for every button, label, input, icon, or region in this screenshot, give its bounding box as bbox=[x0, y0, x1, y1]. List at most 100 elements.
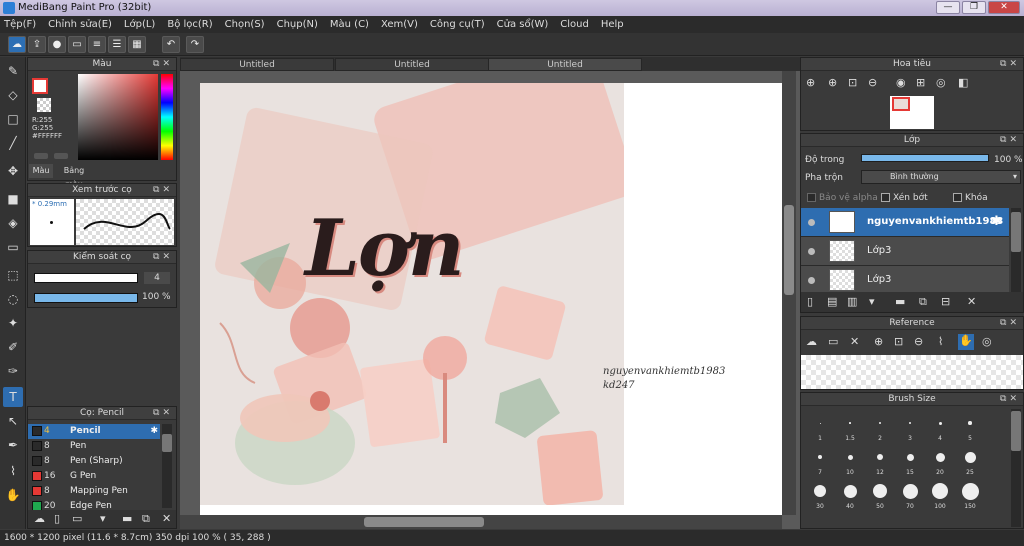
brush-menu-icon[interactable]: ▾ bbox=[100, 512, 106, 525]
undo-icon[interactable]: ↶ bbox=[162, 36, 180, 53]
zoom-out-icon[interactable]: ⊖ bbox=[868, 76, 877, 89]
menu-edit[interactable]: Chỉnh sửa(E) bbox=[48, 19, 112, 30]
brush-size-scrollbar[interactable] bbox=[1011, 409, 1021, 527]
minimize-button[interactable]: — bbox=[936, 1, 960, 14]
hand-icon[interactable]: ✋ bbox=[958, 334, 974, 350]
select-eraser-tool-icon[interactable]: ✑ bbox=[3, 361, 23, 381]
scroll-thumb[interactable] bbox=[1011, 411, 1021, 451]
delete-icon[interactable]: ✕ bbox=[162, 512, 171, 525]
scroll-thumb[interactable] bbox=[364, 517, 484, 527]
gear-icon[interactable]: ✱ bbox=[991, 214, 1002, 229]
comment-icon[interactable]: ● bbox=[48, 36, 66, 53]
panel-controls-icon[interactable]: ⧉✕ bbox=[1000, 59, 1020, 69]
menu-filter[interactable]: Bộ lọc(R) bbox=[167, 19, 212, 30]
eye-icon[interactable] bbox=[808, 219, 815, 226]
cloud-icon[interactable]: ☁ bbox=[8, 36, 26, 53]
navigator-thumbnail[interactable] bbox=[890, 96, 934, 129]
grid-icon[interactable]: ▦ bbox=[128, 36, 146, 53]
reset-view-icon[interactable]: ⊞ bbox=[916, 76, 925, 89]
export-icon[interactable]: ⇪ bbox=[28, 36, 46, 53]
brush-size-option[interactable]: 2 bbox=[867, 413, 893, 443]
clip-checkbox[interactable] bbox=[881, 193, 890, 202]
blur-tool-icon[interactable]: ✒ bbox=[3, 435, 23, 455]
panel-controls-icon[interactable]: ⧉✕ bbox=[1000, 318, 1020, 328]
brush-item-pen[interactable]: 8 Pen bbox=[28, 439, 160, 454]
protect-alpha-checkbox[interactable] bbox=[807, 193, 816, 202]
gear-icon[interactable]: ✱ bbox=[150, 424, 158, 439]
layer-item-text[interactable]: nguyenvankhiemtb1983 ✱ bbox=[801, 208, 1009, 237]
tab-untitled-2[interactable]: Untitled bbox=[335, 58, 489, 71]
menu-cloud[interactable]: Cloud bbox=[560, 19, 589, 30]
select-pen-tool-icon[interactable]: ✐ bbox=[3, 337, 23, 357]
background-color-swatch[interactable] bbox=[37, 98, 51, 112]
panel-controls-icon[interactable]: ⧉✕ bbox=[1000, 394, 1020, 404]
tab-untitled-3[interactable]: Untitled bbox=[488, 58, 642, 71]
tab-color[interactable]: Màu bbox=[29, 164, 53, 178]
brush-size-slider[interactable] bbox=[34, 273, 138, 283]
blend-mode-select[interactable]: Bình thường ▾ bbox=[861, 170, 1021, 184]
maximize-button[interactable]: ❐ bbox=[962, 1, 986, 14]
brush-item-g-pen[interactable]: 16 G Pen bbox=[28, 469, 160, 484]
close-button[interactable]: ✕ bbox=[988, 1, 1020, 14]
panel-controls-icon[interactable]: ⧉✕ bbox=[153, 59, 173, 69]
menu-color[interactable]: Màu (C) bbox=[330, 19, 369, 30]
zoom-fit-icon[interactable]: ⊕ bbox=[806, 76, 815, 89]
new-layer-icon[interactable]: ▯ bbox=[807, 295, 813, 308]
zoom-out-icon[interactable]: ⊖ bbox=[914, 335, 923, 348]
panel-controls-icon[interactable]: ⧉✕ bbox=[153, 185, 173, 195]
navigator-viewport[interactable] bbox=[892, 97, 910, 111]
rotate-reset-icon[interactable]: ◎ bbox=[936, 76, 946, 89]
folder-icon[interactable]: ▬ bbox=[895, 295, 905, 308]
brush-size-option[interactable]: 25 bbox=[957, 447, 983, 477]
tab-palette[interactable]: Bảng màu bbox=[54, 164, 94, 189]
canvas-horizontal-scrollbar[interactable] bbox=[180, 515, 782, 529]
scroll-thumb[interactable] bbox=[784, 205, 794, 295]
scroll-thumb[interactable] bbox=[1011, 212, 1021, 252]
color-option-button[interactable] bbox=[34, 153, 48, 159]
text-tool-icon[interactable]: T bbox=[3, 387, 23, 407]
page-icon[interactable]: ▭ bbox=[68, 36, 86, 53]
lock-checkbox[interactable] bbox=[953, 193, 962, 202]
canvas-artwork[interactable]: Lợn bbox=[200, 83, 624, 505]
brush-size-option[interactable]: 70 bbox=[897, 481, 923, 511]
gradient-tool-icon[interactable]: ▭ bbox=[3, 237, 23, 257]
new-8bit-layer-icon[interactable]: ▥ bbox=[847, 295, 857, 308]
new-brush-icon[interactable]: ▯ bbox=[54, 512, 60, 525]
brush-size-option[interactable]: 50 bbox=[867, 481, 893, 511]
brush-tool-icon[interactable]: ✎ bbox=[3, 61, 23, 81]
add-layer-menu-icon[interactable]: ▾ bbox=[869, 295, 875, 308]
cloud-brush-icon[interactable]: ☁ bbox=[34, 512, 45, 525]
menu-snap[interactable]: Chụp(N) bbox=[277, 19, 318, 30]
menu-window[interactable]: Cửa sổ(W) bbox=[497, 19, 549, 30]
color-option-button-2[interactable] bbox=[54, 153, 68, 159]
line-tool-icon[interactable]: ╱ bbox=[3, 133, 23, 153]
bucket-tool-icon[interactable]: ◈ bbox=[3, 213, 23, 233]
rotate-icon[interactable]: ◎ bbox=[982, 335, 992, 348]
select-tool-icon[interactable]: ⬚ bbox=[3, 265, 23, 285]
operation-tool-icon[interactable]: ↖ bbox=[3, 411, 23, 431]
tab-untitled-1[interactable]: Untitled bbox=[180, 58, 334, 71]
brush-item-pen-sharp[interactable]: 8 Pen (Sharp) bbox=[28, 454, 160, 469]
panel-controls-icon[interactable]: ⧉✕ bbox=[1000, 135, 1020, 145]
eyedropper-tool-icon[interactable]: ⌇ bbox=[3, 461, 23, 481]
brush-size-option[interactable]: 3 bbox=[897, 413, 923, 443]
eye-icon[interactable] bbox=[808, 277, 815, 284]
brush-size-option[interactable]: 5 bbox=[957, 413, 983, 443]
open-folder-icon[interactable]: ▭ bbox=[828, 335, 838, 348]
lasso-tool-icon[interactable]: ◌ bbox=[3, 289, 23, 309]
brush-size-option[interactable]: 7 bbox=[807, 447, 833, 477]
brush-size-option[interactable]: 1 bbox=[807, 413, 833, 443]
canvas-vertical-scrollbar[interactable] bbox=[782, 71, 796, 515]
foreground-color-swatch[interactable] bbox=[32, 78, 48, 94]
magic-wand-tool-icon[interactable]: ✦ bbox=[3, 313, 23, 333]
folder-icon[interactable]: ▬ bbox=[122, 512, 132, 525]
eye-icon[interactable] bbox=[808, 248, 815, 255]
eraser-tool-icon[interactable]: ◇ bbox=[3, 85, 23, 105]
layer-item-lop3-a[interactable]: Lớp3 bbox=[801, 237, 1009, 266]
fit-icon[interactable]: ⊡ bbox=[848, 76, 857, 89]
hand-tool-icon[interactable]: ✋ bbox=[3, 485, 23, 505]
brush-size-option[interactable]: 150 bbox=[957, 481, 983, 511]
list-icon[interactable]: ☰ bbox=[108, 36, 126, 53]
brush-size-option[interactable]: 12 bbox=[867, 447, 893, 477]
brush-list-scrollbar[interactable] bbox=[162, 424, 172, 508]
